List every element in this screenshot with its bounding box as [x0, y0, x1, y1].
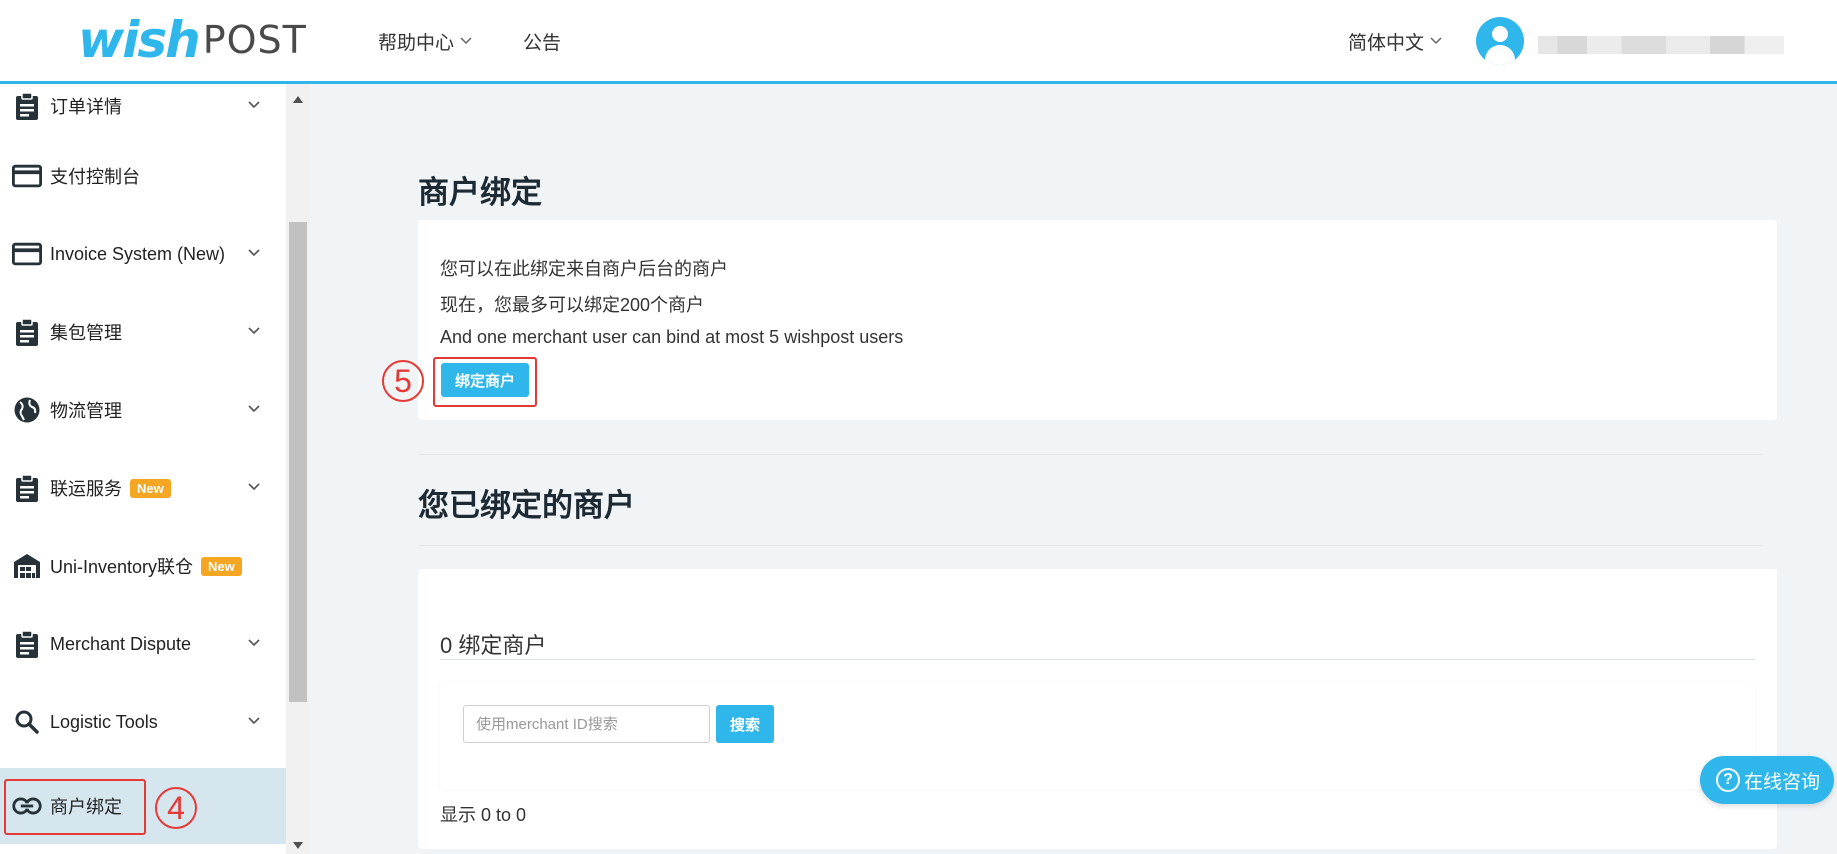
sidebar-item-label: Uni-Inventory联仓 — [50, 557, 194, 577]
language-selector[interactable]: 简体中文 — [1348, 0, 1442, 82]
chevron-down-icon — [460, 37, 472, 45]
logo-post-text: POST — [202, 18, 307, 62]
chevron-down-icon — [248, 249, 260, 257]
sidebar-item-invoice-system[interactable]: Invoice System (New) — [0, 216, 286, 292]
search-icon — [12, 707, 42, 737]
count-underline — [440, 659, 1755, 660]
clipboard-icon — [12, 629, 42, 659]
question-icon: ? — [1716, 768, 1740, 792]
sidebar-item-logistic-tools[interactable]: Logistic Tools — [0, 684, 286, 760]
section-divider — [418, 545, 1762, 546]
warehouse-icon — [12, 551, 42, 581]
clipboard-icon — [12, 91, 42, 121]
annotation-box-4 — [4, 779, 146, 835]
sidebar-item-label: 订单详情 — [50, 97, 122, 117]
info-line-1: 您可以在此绑定来自商户后台的商户 — [440, 259, 728, 279]
showing-count: 显示 0 to 0 — [440, 805, 527, 825]
info-line-3: And one merchant user can bind at most 5… — [440, 327, 904, 347]
chevron-down-icon — [248, 639, 260, 647]
user-avatar-icon[interactable] — [1476, 17, 1524, 65]
credit-card-icon — [12, 239, 42, 269]
scroll-down-arrow-icon[interactable] — [293, 842, 303, 849]
section-divider — [418, 454, 1762, 455]
clipboard-icon — [12, 317, 42, 347]
sidebar-item-label: Logistic Tools — [50, 711, 158, 732]
sidebar-item-uni-inventory[interactable]: Uni-Inventory联仓 New — [0, 528, 286, 604]
chevron-down-icon — [1430, 37, 1442, 45]
credit-card-icon — [12, 161, 42, 191]
chevron-down-icon — [248, 717, 260, 725]
binding-info-card — [418, 220, 1777, 420]
sidebar-item-logistics-management[interactable]: 物流管理 — [0, 372, 286, 448]
search-button[interactable]: 搜索 — [716, 705, 774, 743]
nav-help-label: 帮助中心 — [378, 32, 455, 54]
online-consultation-button[interactable]: ? 在线咨询 — [1700, 756, 1834, 804]
merchant-id-search-input[interactable] — [463, 705, 710, 743]
sidebar: 订单详情 支付控制台 Invoice System (New) 集包管理 物流管… — [0, 84, 286, 854]
sidebar-item-order-details[interactable]: 订单详情 — [0, 84, 286, 144]
sidebar-item-label: 集包管理 — [50, 323, 122, 343]
scroll-thumb[interactable] — [289, 222, 307, 702]
new-badge: New — [201, 556, 242, 576]
sidebar-item-payment-console[interactable]: 支付控制台 — [0, 138, 286, 214]
chevron-down-icon — [248, 405, 260, 413]
chevron-down-icon — [248, 483, 260, 491]
nav-announcement[interactable]: 公告 — [523, 0, 561, 82]
scroll-up-arrow-icon[interactable] — [293, 96, 303, 103]
sidebar-item-intermodal-service[interactable]: 联运服务 New — [0, 450, 286, 526]
sidebar-item-label: 联运服务 — [50, 479, 122, 499]
chat-label: 在线咨询 — [1744, 771, 1821, 793]
sidebar-item-package-management[interactable]: 集包管理 — [0, 294, 286, 370]
globe-icon — [12, 395, 42, 425]
nav-help-center[interactable]: 帮助中心 — [378, 0, 472, 82]
chevron-down-icon — [248, 101, 260, 109]
top-header: wish POST 帮助中心 公告 简体中文 — [0, 0, 1837, 84]
page-title: 商户绑定 — [418, 175, 542, 210]
sidebar-item-label: 支付控制台 — [50, 167, 140, 187]
bound-merchants-title: 您已绑定的商户 — [418, 488, 635, 523]
wishpost-logo[interactable]: wish POST — [78, 10, 307, 70]
sidebar-item-label: 物流管理 — [50, 401, 122, 421]
sidebar-item-label: Invoice System (New) — [50, 243, 226, 264]
annotation-box-5 — [433, 357, 537, 407]
clipboard-icon — [12, 473, 42, 503]
chevron-down-icon — [248, 327, 260, 335]
sidebar-item-merchant-dispute[interactable]: Merchant Dispute — [0, 606, 286, 682]
language-label: 简体中文 — [1348, 32, 1425, 54]
username-blurred[interactable] — [1538, 36, 1784, 54]
nav-announcement-label: 公告 — [523, 32, 562, 54]
sidebar-scrollbar[interactable] — [286, 84, 310, 854]
annotation-marker-4: 4 — [155, 787, 197, 829]
info-line-2: 现在，您最多可以绑定200个商户 — [440, 295, 705, 315]
annotation-marker-5: 5 — [382, 360, 424, 402]
bound-count-label: 0 绑定商户 — [440, 633, 547, 658]
logo-wish-text: wish — [78, 11, 201, 69]
new-badge: New — [130, 478, 171, 498]
sidebar-item-label: Merchant Dispute — [50, 633, 192, 654]
